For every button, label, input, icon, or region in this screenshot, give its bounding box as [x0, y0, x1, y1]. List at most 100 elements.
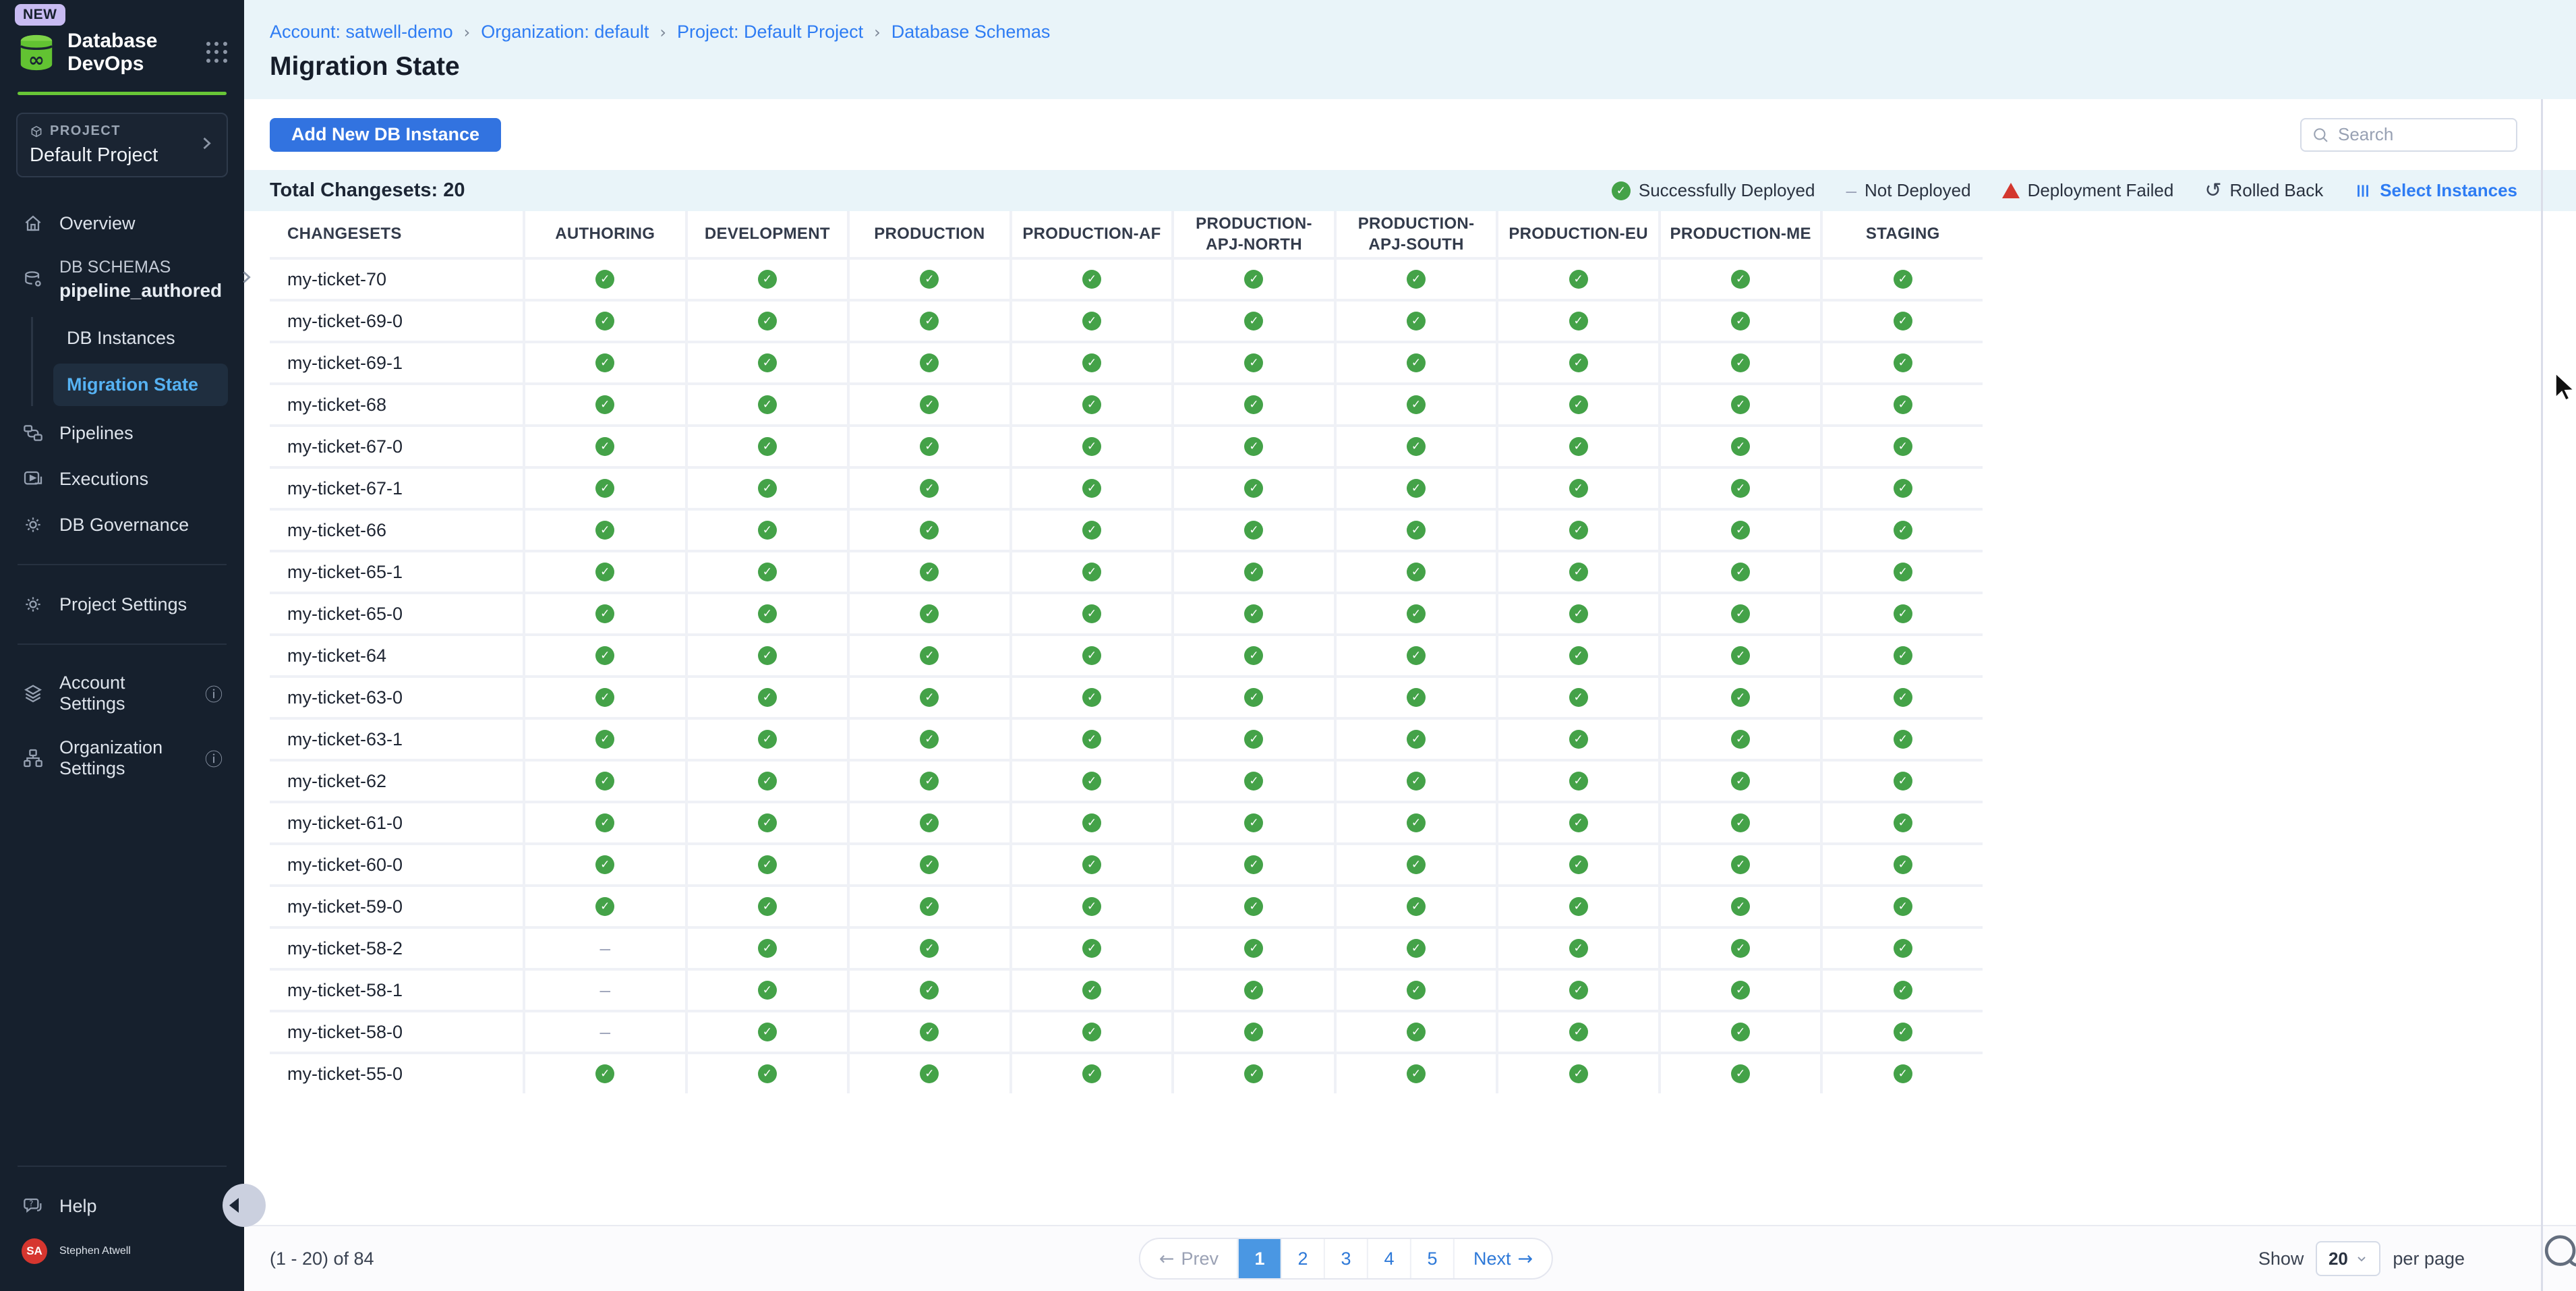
status-cell: ✓ [1337, 552, 1496, 592]
sidebar-collapse-handle[interactable] [223, 1184, 266, 1227]
success-check-icon: ✓ [1731, 604, 1750, 623]
status-cell: ✓ [1174, 845, 1334, 884]
scroll-divider[interactable] [2541, 99, 2543, 1291]
success-check-icon: ✓ [1894, 563, 1912, 581]
page-button-2[interactable]: 2 [1281, 1239, 1324, 1278]
status-cell: ✓ [1661, 1012, 1821, 1052]
status-cell: ✓ [1823, 803, 1983, 842]
success-check-icon: ✓ [920, 981, 939, 1000]
changeset-name: my-ticket-61-0 [270, 803, 523, 842]
status-cell: ✓ [688, 1012, 848, 1052]
status-cell: ✓ [688, 1054, 848, 1093]
status-cell: ✓ [525, 636, 685, 675]
breadcrumb-link[interactable]: Project: Default Project [677, 22, 863, 42]
status-cell: ✓ [525, 678, 685, 717]
changeset-name: my-ticket-67-0 [270, 427, 523, 466]
status-cell: – [525, 971, 685, 1010]
sidebar-item-migration-state[interactable]: Migration State [53, 364, 228, 406]
support-chat-icon[interactable] [2540, 1229, 2576, 1276]
sidebar-item-overview[interactable]: Overview [16, 200, 228, 246]
success-check-icon: ✓ [1244, 772, 1263, 791]
success-check-icon: ✓ [1244, 521, 1263, 540]
app-launcher-grid-icon[interactable] [206, 42, 228, 63]
rollback-arrow-icon: ↺ [2204, 181, 2221, 201]
success-check-icon: ✓ [1244, 855, 1263, 874]
success-check-icon: ✓ [1082, 646, 1101, 665]
not-deployed-dash-icon: – [599, 938, 610, 959]
page-button-1[interactable]: 1 [1237, 1239, 1281, 1278]
success-check-icon: ✓ [1407, 395, 1426, 414]
breadcrumb-link[interactable]: Organization: default [481, 22, 649, 42]
success-check-icon: ✓ [920, 563, 939, 581]
status-cell: – [525, 929, 685, 968]
sidebar-item-executions[interactable]: Executions [16, 456, 228, 502]
success-check-icon: ✓ [595, 521, 614, 540]
page-size-select[interactable]: 20 [2316, 1241, 2380, 1276]
sidebar-item-pipelines[interactable]: Pipelines [16, 410, 228, 456]
success-check-icon: ✓ [1407, 897, 1426, 916]
status-cell: ✓ [850, 1054, 1009, 1093]
column-header-authoring: AUTHORING [525, 211, 685, 257]
success-check-icon: ✓ [1407, 604, 1426, 623]
sidebar-item-organization-settings[interactable]: Organization Settings ⓘ [16, 726, 228, 791]
success-check-icon: ✓ [1244, 312, 1263, 331]
success-check-icon: ✓ [1082, 981, 1101, 1000]
sidebar-item-account-settings[interactable]: Account Settings ⓘ [16, 661, 228, 726]
sidebar-item-db-governance[interactable]: DB Governance [16, 502, 228, 548]
success-check-icon: ✓ [1894, 688, 1912, 707]
status-cell: ✓ [1498, 678, 1658, 717]
success-check-icon: ✓ [1569, 395, 1588, 414]
status-cell: ✓ [688, 511, 848, 550]
gear-icon [22, 513, 45, 536]
mouse-cursor [2550, 372, 2576, 402]
success-check-icon: ✓ [758, 395, 777, 414]
success-check-icon: ✓ [1569, 312, 1588, 331]
main-content: Account: satwell-demo›Organization: defa… [244, 0, 2576, 1291]
success-check-icon: ✓ [1244, 1064, 1263, 1083]
project-selector[interactable]: PROJECT Default Project [16, 113, 228, 177]
search-box[interactable] [2300, 118, 2517, 152]
status-cell: ✓ [1337, 971, 1496, 1010]
success-check-icon: ✓ [1082, 855, 1101, 874]
next-page-button[interactable]: Next→ [1453, 1239, 1552, 1278]
success-check-icon: ✓ [1894, 437, 1912, 456]
status-cell: ✓ [1823, 427, 1983, 466]
success-check-icon: ✓ [758, 353, 777, 372]
not-deployed-dash-icon: – [599, 1021, 610, 1043]
success-check-icon: ✓ [758, 730, 777, 749]
breadcrumb-link[interactable]: Database Schemas [891, 22, 1051, 42]
sidebar-item-help[interactable]: ? Help [16, 1183, 228, 1229]
success-check-icon: ✓ [1407, 521, 1426, 540]
page-button-4[interactable]: 4 [1367, 1239, 1410, 1278]
page-button-5[interactable]: 5 [1410, 1239, 1453, 1278]
success-check-icon: ✓ [920, 353, 939, 372]
success-check-icon: ✓ [1894, 730, 1912, 749]
success-check-icon: ✓ [1894, 395, 1912, 414]
success-check-icon: ✓ [920, 479, 939, 498]
status-cell: ✓ [1174, 302, 1334, 341]
prev-page-button[interactable]: ←Prev [1140, 1239, 1237, 1278]
status-cell: ✓ [1498, 887, 1658, 926]
success-check-icon: ✓ [1731, 1023, 1750, 1041]
sidebar-item-db-instances[interactable]: DB Instances [53, 317, 228, 360]
success-check-icon: ✓ [1244, 730, 1263, 749]
status-cell: ✓ [1823, 552, 1983, 592]
pager: ←Prev12345Next→ [1139, 1238, 1553, 1280]
search-input[interactable] [2338, 124, 2507, 145]
success-check-icon: ✓ [1082, 688, 1101, 707]
add-db-instance-button[interactable]: Add New DB Instance [270, 118, 501, 152]
user-menu[interactable]: SA Stephen Atwell [16, 1229, 228, 1273]
success-check-icon: ✓ [758, 855, 777, 874]
success-check-icon: ✓ [1731, 939, 1750, 958]
status-cell: ✓ [1661, 302, 1821, 341]
pipelines-icon [22, 422, 45, 444]
breadcrumb-link[interactable]: Account: satwell-demo [270, 22, 453, 42]
status-cell: ✓ [1498, 929, 1658, 968]
select-instances-button[interactable]: Select Instances [2354, 180, 2517, 201]
sidebar-item-label: DB Governance [59, 515, 189, 536]
page-button-3[interactable]: 3 [1324, 1239, 1367, 1278]
sidebar-item-db-schemas[interactable]: DB SCHEMAS pipeline_authored [16, 246, 228, 313]
sidebar-item-project-settings[interactable]: Project Settings [16, 581, 228, 627]
success-check-icon: ✓ [1244, 479, 1263, 498]
info-icon: ⓘ [205, 746, 223, 771]
